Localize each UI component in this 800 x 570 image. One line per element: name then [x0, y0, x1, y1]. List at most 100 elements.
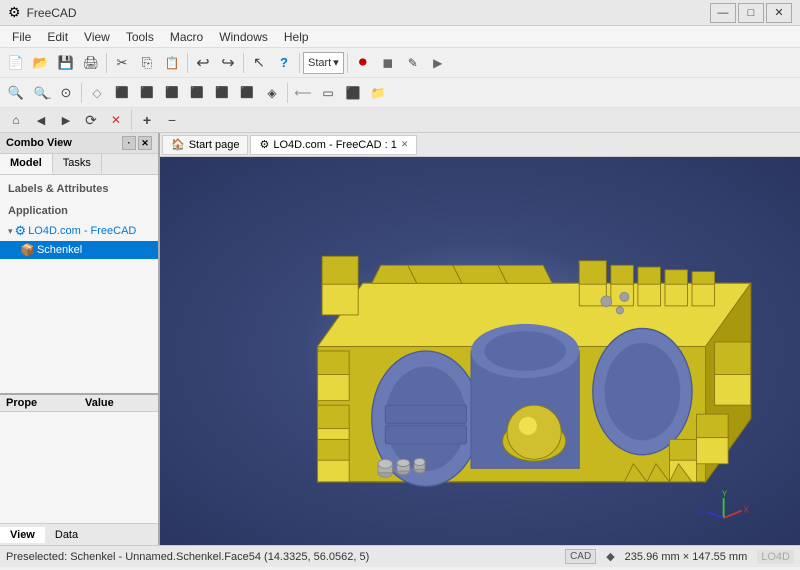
view-bottom-button[interactable]: ⬛: [235, 81, 259, 105]
stop-button[interactable]: ◼: [376, 51, 400, 75]
separator-8: [131, 110, 132, 130]
toolbar-row1: ↩ ↪ ↖ Start ▾ ⏺ ◼ ✎ ▶: [0, 48, 800, 78]
menu-macro[interactable]: Macro: [162, 28, 211, 46]
nav-plus-button[interactable]: +: [135, 108, 159, 132]
open-button[interactable]: [29, 51, 53, 75]
nav-refresh-button[interactable]: ⟳: [79, 108, 103, 132]
separator-7: [287, 83, 288, 103]
menu-help[interactable]: Help: [276, 28, 317, 46]
tab-view[interactable]: View: [0, 527, 45, 543]
copy-button[interactable]: [135, 51, 159, 75]
application-label: Application: [0, 201, 158, 221]
minimize-button[interactable]: —: [710, 3, 736, 23]
combo-view-header: Combo View · ✕: [0, 133, 158, 154]
tab-freecad-view[interactable]: ⚙ LO4D.com - FreeCAD : 1 ✕: [250, 135, 417, 155]
properties-header: Prope Value: [0, 395, 158, 412]
view-right-button[interactable]: ⬛: [160, 81, 184, 105]
nav-forward-button[interactable]: ▶: [54, 108, 78, 132]
nav-minus-button[interactable]: −: [160, 108, 184, 132]
tab-close-icon[interactable]: ✕: [401, 139, 409, 150]
view-top-button[interactable]: ⬛: [210, 81, 234, 105]
freecad-view-icon: ⚙: [259, 138, 269, 151]
3d-viewport[interactable]: X Y Z: [160, 157, 800, 545]
open-part-button[interactable]: 📁: [366, 81, 390, 105]
pointer-button[interactable]: ↖: [247, 51, 271, 75]
menu-view[interactable]: View: [76, 28, 118, 46]
toolbar-row2: 🔍 🔍− ⊙ ◇ ⬛ ⬛ ⬛ ⬛ ⬛ ⬛ ◈ ⟵ ▭ ⬛ 📁: [0, 78, 800, 108]
play-macro-button[interactable]: ▶: [426, 51, 450, 75]
schenkel-icon: 📦: [20, 243, 35, 257]
toolbar-container: ↩ ↪ ↖ Start ▾ ⏺ ◼ ✎ ▶ 🔍 🔍− ⊙ ◇ ⬛ ⬛ ⬛ ⬛ ⬛…: [0, 48, 800, 133]
edit-macro-button[interactable]: ✎: [401, 51, 425, 75]
watermark: LO4D: [757, 550, 794, 564]
view-back-button[interactable]: ⬛: [135, 81, 159, 105]
save-button[interactable]: [54, 51, 78, 75]
svg-text:Y: Y: [722, 489, 728, 498]
menu-file[interactable]: File: [4, 28, 39, 46]
new-button[interactable]: [4, 51, 28, 75]
tree-item-freecad[interactable]: ▾ ⚙ LO4D.com - FreeCAD: [0, 221, 158, 241]
print-button[interactable]: [79, 51, 103, 75]
sidebar-tabs: Model Tasks: [0, 154, 158, 175]
zoom-in-button[interactable]: 🔍: [4, 81, 28, 105]
workbench-dropdown[interactable]: Start ▾: [303, 52, 344, 74]
separator-6: [81, 83, 82, 103]
menu-windows[interactable]: Windows: [211, 28, 276, 46]
sidebar-close-button[interactable]: ✕: [138, 136, 152, 150]
viewport-tabs: 🏠 Start page ⚙ LO4D.com - FreeCAD : 1 ✕: [160, 133, 800, 157]
cut-button[interactable]: [110, 51, 134, 75]
tab-tasks[interactable]: Tasks: [53, 154, 102, 174]
title-bar-title: FreeCAD: [27, 6, 77, 20]
sidebar: Combo View · ✕ Model Tasks Labels & Attr…: [0, 133, 160, 545]
help-button[interactable]: [272, 51, 296, 75]
view-left-button[interactable]: ⬛: [185, 81, 209, 105]
view-iso-button[interactable]: ◈: [260, 81, 284, 105]
cad-model-svg: X Y Z: [160, 157, 800, 545]
svg-text:X: X: [743, 506, 749, 515]
dimensions-value: 235.96 mm × 147.55 mm: [625, 551, 748, 563]
expand-arrow-icon: ▾: [8, 226, 13, 237]
nav-back-button[interactable]: ◀: [29, 108, 53, 132]
app-icon: ⚙: [8, 4, 21, 21]
svg-text:Z: Z: [698, 507, 703, 516]
separator-2: [187, 53, 188, 73]
separator-3: [243, 53, 244, 73]
prop-col-name: Prope: [0, 395, 79, 411]
sidebar-tree: Labels & Attributes Application ▾ ⚙ LO4D…: [0, 175, 158, 288]
menu-bar: File Edit View Tools Macro Windows Help: [0, 26, 800, 48]
properties-panel: Prope Value: [0, 393, 158, 523]
close-button[interactable]: ✕: [766, 3, 792, 23]
view-front-button[interactable]: ⬛: [110, 81, 134, 105]
freecad-label: LO4D.com - FreeCAD: [28, 225, 136, 237]
freecad-icon: ⚙: [15, 223, 27, 239]
separator-4: [299, 53, 300, 73]
tab-data[interactable]: Data: [45, 527, 88, 543]
cad-badge: CAD: [565, 549, 596, 564]
menu-tools[interactable]: Tools: [118, 28, 162, 46]
status-right: CAD ◆ 235.96 mm × 147.55 mm LO4D: [565, 549, 794, 564]
zoom-out-button[interactable]: 🔍−: [29, 81, 53, 105]
tree-item-schenkel[interactable]: 📦 Schenkel: [0, 241, 158, 259]
part-box-button[interactable]: ⬛: [341, 81, 365, 105]
maximize-button[interactable]: □: [738, 3, 764, 23]
view-home-button[interactable]: ◇: [85, 81, 109, 105]
menu-edit[interactable]: Edit: [39, 28, 76, 46]
sidebar-pin-button[interactable]: ·: [122, 136, 136, 150]
start-page-icon: 🏠: [171, 138, 185, 151]
paste-button[interactable]: [160, 51, 184, 75]
separator-1: [106, 53, 107, 73]
tab-model[interactable]: Model: [0, 154, 53, 174]
nav-stop-button[interactable]: ✕: [104, 108, 128, 132]
view-area: 🏠 Start page ⚙ LO4D.com - FreeCAD : 1 ✕: [160, 133, 800, 545]
redo-button[interactable]: ↪: [216, 51, 240, 75]
nav-home-button[interactable]: ⌂: [4, 108, 28, 132]
tab-start-page[interactable]: 🏠 Start page: [162, 135, 248, 155]
freecad-view-label: LO4D.com - FreeCAD : 1: [273, 139, 396, 151]
dropdown-arrow-icon: ▾: [333, 56, 339, 69]
measure-button[interactable]: ⟵: [291, 81, 315, 105]
box-selection-button[interactable]: ▭: [316, 81, 340, 105]
record-button[interactable]: ⏺: [351, 51, 375, 75]
undo-button[interactable]: ↩: [191, 51, 215, 75]
fit-all-button[interactable]: ⊙: [54, 81, 78, 105]
status-text: Preselected: Schenkel - Unnamed.Schenkel…: [6, 551, 369, 563]
